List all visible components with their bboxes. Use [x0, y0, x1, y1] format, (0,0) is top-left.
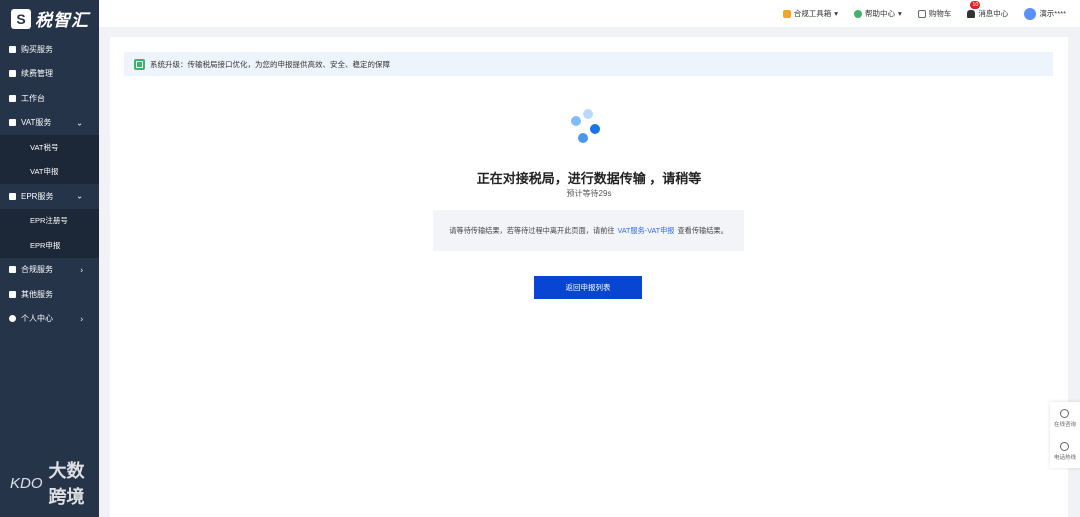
- watermark-text: 大数跨境: [48, 461, 85, 507]
- chevron-down-icon: ⌄: [76, 118, 83, 128]
- floating-help-panel: 在线咨询 电话热线: [1050, 402, 1080, 468]
- sidebar-item-epr[interactable]: EPR服务 ⌄: [0, 184, 99, 209]
- messages-link[interactable]: 10 消息中心: [967, 1, 1009, 19]
- toolbox-menu[interactable]: 合规工具箱 ▾: [782, 8, 839, 19]
- info-box: 请等待传输结果，若等待过程中离开此页面，请前往 VAT服务-VAT申报 查看传输…: [433, 210, 744, 251]
- phone-hotline-button[interactable]: 电话热线: [1054, 442, 1076, 461]
- help-menu[interactable]: 帮助中心 ▾: [854, 8, 902, 19]
- sidebar-item-label: EPR服务: [21, 191, 54, 201]
- chat-icon: [1060, 409, 1070, 418]
- sidebar-subitem-epr-number[interactable]: EPR注册号: [0, 208, 99, 233]
- messages-label: 消息中心: [978, 9, 1009, 18]
- sidebar-item-other[interactable]: 其他服务: [0, 282, 99, 307]
- help-label: 帮助中心: [865, 9, 896, 18]
- user-icon: [9, 315, 16, 323]
- sidebar-item-compliance[interactable]: 合规服务 ›: [0, 258, 99, 283]
- loader-dot: [590, 124, 600, 134]
- grid-icon: [9, 94, 16, 102]
- sidebar-item-vat[interactable]: VAT服务 ⌄: [0, 111, 99, 136]
- vat-icon: [9, 119, 16, 127]
- watermark: KDO 大数跨境: [10, 457, 99, 509]
- cart-icon: [9, 45, 16, 53]
- online-consult-label: 在线咨询: [1053, 422, 1076, 428]
- avatar: [1024, 7, 1037, 20]
- sidebar: S 税智汇 购买服务 续费管理 工作台 VAT服务 ⌄ VAT税号 VAT申报 E…: [0, 0, 99, 517]
- renewal-icon: [9, 70, 16, 78]
- brand-logo[interactable]: S 税智汇: [0, 0, 99, 37]
- sidebar-item-renewal[interactable]: 续费管理: [0, 62, 99, 87]
- sidebar-subitem-label: EPR申报: [30, 240, 61, 250]
- cart-link[interactable]: 购物车: [917, 8, 952, 19]
- caret-down-icon: ▾: [898, 9, 902, 18]
- sidebar-item-label: 续费管理: [21, 69, 53, 79]
- other-services-icon: [9, 290, 16, 298]
- compliance-icon: [9, 266, 16, 274]
- sidebar-subitem-label: VAT税号: [30, 142, 59, 152]
- countdown-text: 预计等待29s: [566, 189, 612, 198]
- main-content: 系统升级：传输税局接口优化，为您的申报提供高效、安全、稳定的保障 正在对接税局，…: [110, 37, 1068, 517]
- caret-down-icon: ▾: [834, 9, 839, 18]
- help-icon: [854, 9, 863, 18]
- status-title: 正在对接税局，进行数据传输 ，请稍等: [476, 171, 702, 186]
- watermark-logo: KDO: [10, 474, 43, 492]
- sidebar-item-workspace[interactable]: 工作台: [0, 86, 99, 111]
- info-text-suffix: 查看传输结果。: [677, 225, 728, 235]
- toolbox-icon: [782, 9, 791, 18]
- cart-icon: [917, 9, 926, 18]
- sidebar-item-label: 其他服务: [21, 289, 53, 299]
- phone-icon: [1060, 442, 1070, 451]
- sidebar-item-label: 购买服务: [21, 44, 53, 54]
- toolbox-label: 合规工具箱: [793, 9, 832, 18]
- sidebar-subitem-label: EPR注册号: [30, 216, 68, 226]
- sidebar-item-profile[interactable]: 个人中心 ›: [0, 307, 99, 332]
- epr-icon: [9, 192, 16, 200]
- sidebar-subitem-epr-filing[interactable]: EPR申报: [0, 233, 99, 258]
- shield-icon: [134, 58, 145, 70]
- phone-hotline-label: 电话热线: [1053, 455, 1076, 461]
- info-text: 请等待传输结果，若等待过程中离开此页面，请前往: [449, 225, 615, 235]
- vat-filing-link[interactable]: VAT服务-VAT申报: [618, 226, 675, 236]
- loader-dot: [583, 109, 593, 119]
- sidebar-item-label: 合规服务: [21, 265, 53, 275]
- chevron-right-icon: ›: [80, 314, 83, 324]
- sidebar-subitem-vat-filing[interactable]: VAT申报: [0, 159, 99, 184]
- loading-spinner: [565, 107, 605, 147]
- online-consult-button[interactable]: 在线咨询: [1054, 409, 1076, 428]
- loader-dot: [578, 133, 588, 143]
- brand-name: 税智汇: [35, 11, 89, 30]
- sidebar-subitem-vat-number[interactable]: VAT税号: [0, 135, 99, 160]
- sidebar-subitem-label: VAT申报: [30, 167, 59, 177]
- user-name: 演示****: [1039, 9, 1066, 18]
- loader-dot: [571, 116, 581, 126]
- bell-icon: [967, 9, 976, 18]
- user-menu[interactable]: 演示****: [1024, 7, 1066, 20]
- back-to-list-button[interactable]: 返回申报列表: [534, 276, 642, 299]
- notice-text: 系统升级：传输税局接口优化，为您的申报提供高效、安全、稳定的保障: [150, 59, 390, 69]
- sidebar-item-purchase[interactable]: 购买服务: [0, 37, 99, 62]
- chevron-right-icon: ›: [80, 265, 83, 275]
- sidebar-item-label: 个人中心: [21, 314, 53, 324]
- sidebar-item-label: 工作台: [21, 93, 45, 103]
- chevron-down-icon: ⌄: [76, 191, 83, 201]
- logo-icon: S: [11, 8, 31, 29]
- cart-label: 购物车: [928, 9, 952, 18]
- top-bar: 合规工具箱 ▾ 帮助中心 ▾ 购物车 10 消息中心 演示****: [99, 0, 1080, 27]
- sidebar-item-label: VAT服务: [21, 118, 52, 128]
- notice-bar: 系统升级：传输税局接口优化，为您的申报提供高效、安全、稳定的保障: [124, 52, 1053, 76]
